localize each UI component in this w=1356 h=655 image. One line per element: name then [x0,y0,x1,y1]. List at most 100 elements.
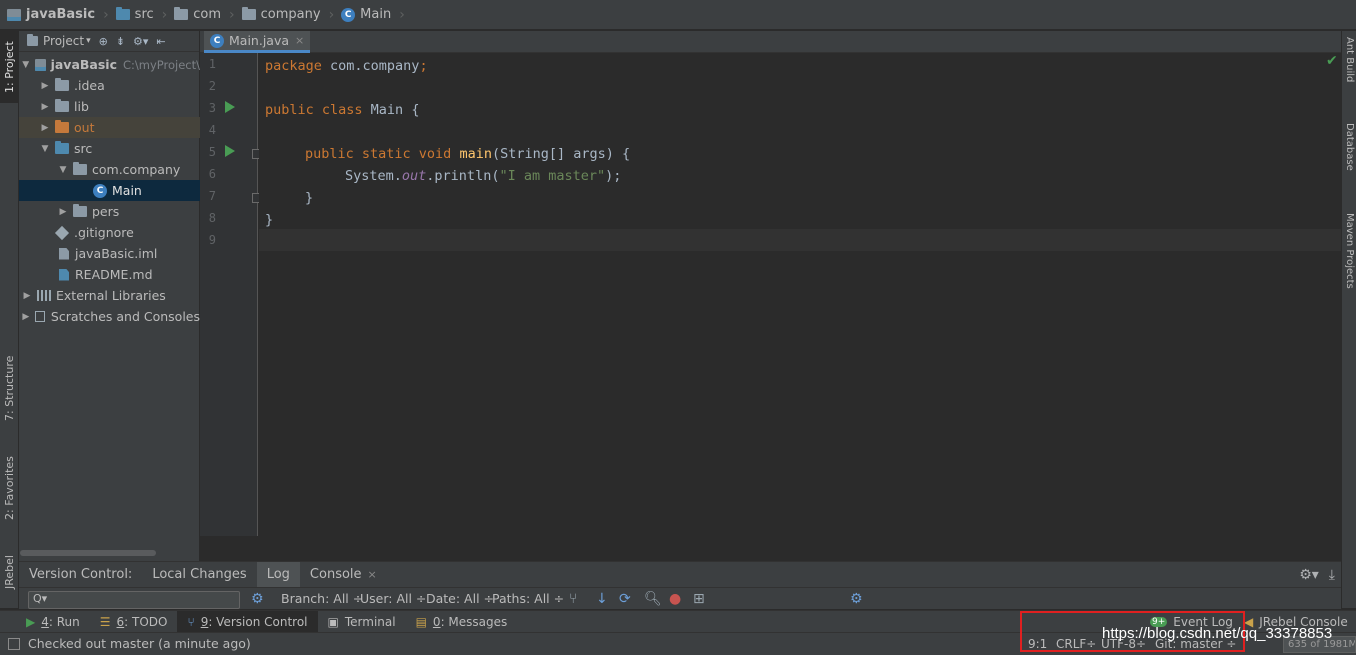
tree-item-src[interactable]: ▼ src [19,138,200,159]
tab-maven-projects[interactable]: Maven Projects [1342,213,1356,313]
tab-jrebel[interactable]: JRebel [0,541,19,603]
editor-footer [200,536,1341,561]
code-editor[interactable]: package com.company; public class Main {… [259,53,1341,536]
tool-run[interactable]: ▶ 4: Run [0,611,90,633]
editor-gutter: 1 2 3 4 5 6 7 8 9 [200,53,262,536]
tool-terminal[interactable]: ▣ Terminal [318,611,406,633]
version-control-header: Version Control: Local Changes Log Conso… [19,561,1341,588]
line-number: 1 [208,57,216,71]
terminal-icon: ▣ [327,614,339,629]
filter-branch[interactable]: Branch: All ÷ [281,591,363,606]
tab-database[interactable]: Database [1342,123,1356,193]
breadcrumb-main[interactable]: C Main › [338,0,409,30]
line-number: 8 [208,211,216,225]
vc-search-input[interactable]: Q▾ [28,591,240,609]
folder-icon [55,99,69,112]
tab-main-java[interactable]: C Main.java × [204,31,311,53]
gear-icon[interactable]: ⚙ [850,591,863,607]
folder-excluded-icon [55,120,69,133]
code-line: package com.company; [265,58,428,74]
hide-icon[interactable]: ⤓ [1329,567,1335,583]
run-main-icon[interactable] [225,145,235,157]
code-line: public static void main(String[] args) { [305,146,631,162]
breadcrumb-com[interactable]: com › [171,0,238,30]
toggle-tool-windows-icon[interactable] [8,638,20,650]
locate-icon[interactable]: ⊕ [99,35,108,48]
tree-item-out[interactable]: ▶ out [19,117,200,138]
tool-todo[interactable]: ☰ 6: TODO [90,611,178,633]
gear-icon[interactable]: ⚙ [251,591,264,607]
libraries-icon [37,290,51,301]
line-number: 3 [208,101,216,115]
refresh-icon[interactable]: ⟳ [619,591,631,607]
graph-options-icon[interactable]: ⊞ [693,591,705,607]
class-icon: C [93,183,107,198]
inspection-ok-icon[interactable]: ✔ [1326,53,1338,69]
tree-item-javabasic-iml[interactable]: javaBasic.iml [19,243,200,264]
folder-icon [115,7,130,20]
line-number: 4 [208,123,216,137]
folder-icon [241,7,256,20]
gear-icon[interactable]: ⚙▾ [133,35,148,48]
tree-item-gitignore[interactable]: .gitignore [19,222,200,243]
search-icon[interactable]: 🔍︎ [644,591,662,607]
tree-item-lib[interactable]: ▶ lib [19,96,200,117]
folder-icon [55,78,69,91]
tab-project[interactable]: 1: Project [0,31,19,103]
tree-item-idea[interactable]: ▶ .idea [19,75,200,96]
breadcrumb-project[interactable]: javaBasic › [4,0,113,30]
scratches-icon [34,311,45,322]
filter-date[interactable]: Date: All ÷ [426,591,494,606]
project-horizontal-scrollbar[interactable] [20,550,156,556]
gear-icon[interactable]: ⚙▾ [1299,567,1319,583]
vc-toolbar: ⚙▾ ⤓ [1299,562,1335,588]
source-folder-icon [55,141,69,154]
run-class-icon[interactable] [225,101,235,113]
right-tool-strip: Ant Build Database Maven Projects [1341,31,1356,608]
breadcrumb-company[interactable]: company › [239,0,339,30]
tab-local-changes[interactable]: Local Changes [142,562,256,588]
project-panel-title[interactable]: Project [43,34,84,48]
package-icon [73,204,87,217]
left-tool-strip: 1: Project 7: Structure 2: Favorites JRe… [0,31,19,608]
status-message[interactable]: Checked out master (a minute ago) [28,636,251,651]
tab-ant-build[interactable]: Ant Build [1342,37,1356,107]
tree-item-main[interactable]: C Main [19,180,200,201]
tree-item-readme[interactable]: README.md [19,264,200,285]
tab-console[interactable]: Console × [300,562,387,588]
todo-icon: ☰ [99,614,111,629]
close-icon[interactable]: × [295,34,304,47]
project-panel-header: Project ▾ ⊕ ⇟ ⚙▾ ⇤ [19,31,199,52]
tab-structure[interactable]: 7: Structure [0,343,19,433]
messages-icon: ▤ [415,614,427,629]
tool-messages[interactable]: ▤ 0: Messages [406,611,518,633]
project-panel: Project ▾ ⊕ ⇟ ⚙▾ ⇤ ▼ javaBasic C:\myProject… [19,31,200,561]
line-number: 7 [208,189,216,203]
tree-item-pers[interactable]: ▶ pers [19,201,200,222]
tool-version-control[interactable]: ⑂ 9: Version Control [177,610,318,633]
tab-favorites[interactable]: 2: Favorites [0,443,19,533]
branch-icon[interactable]: ⑂ [569,591,577,607]
tree-item-javabasic[interactable]: ▼ javaBasic C:\myProject\ [19,54,200,75]
filter-user[interactable]: User: All ÷ [360,591,426,606]
package-icon [73,162,87,175]
tree-item-external-libraries[interactable]: ▶ External Libraries [19,285,200,306]
hide-icon[interactable]: ⇤ [156,35,165,48]
close-icon[interactable]: × [368,568,377,581]
vc-filter-bar: Q▾ ⚙ Branch: All ÷ User: All ÷ Date: All… [19,587,1341,609]
editor-tab-bar: C Main.java × [200,31,1341,53]
folder-icon [174,7,189,20]
line-number: 2 [208,79,216,93]
arrow-down-icon[interactable]: ↓ [596,591,608,607]
breadcrumb-src[interactable]: src › [113,0,172,30]
module-icon [7,8,21,21]
tree-item-scratches[interactable]: ▶ Scratches and Consoles [19,306,200,327]
vc-title: Version Control: [29,567,133,582]
filter-paths[interactable]: Paths: All ÷ [492,591,564,606]
tree-item-com-company[interactable]: ▼ com.company [19,159,200,180]
tab-log[interactable]: Log [256,561,300,588]
project-view-icon [27,34,38,46]
collapse-icon[interactable]: ⇟ [116,35,125,48]
cherry-pick-icon[interactable]: ● [669,591,681,607]
code-line: public class Main { [265,102,420,118]
